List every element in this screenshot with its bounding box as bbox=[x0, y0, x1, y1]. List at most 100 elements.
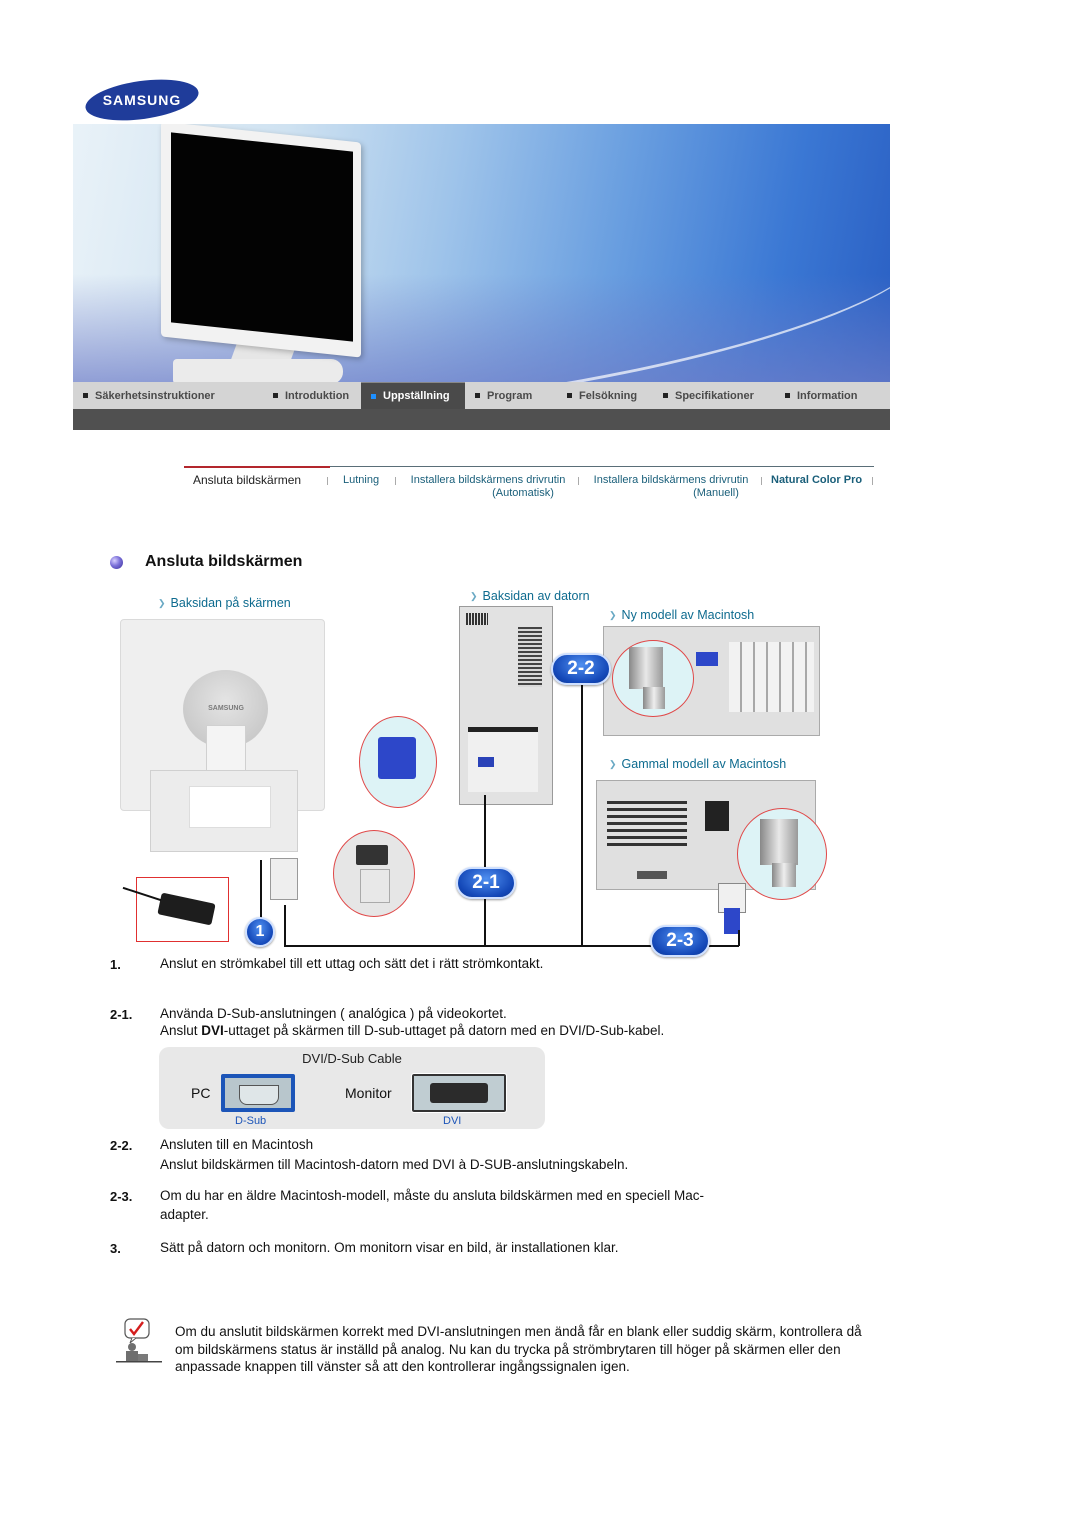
label-text: Gammal modell av Macintosh bbox=[621, 757, 787, 771]
tower-psu-grille bbox=[518, 627, 542, 687]
cable-mac-vertical bbox=[581, 680, 583, 946]
old-mac-dvi-port bbox=[637, 871, 667, 879]
section-title: Ansluta bildskärmen bbox=[145, 553, 303, 570]
vga-connector-callout bbox=[359, 716, 437, 808]
nav-bullet-icon bbox=[273, 393, 278, 398]
chevron-right-icon: ❯ bbox=[158, 598, 166, 608]
computer-tower-back bbox=[459, 606, 553, 805]
mac-vga-connector bbox=[696, 652, 718, 666]
mac-adapter-callout-new bbox=[612, 640, 694, 717]
adapter-icon bbox=[629, 647, 663, 689]
nav-item-introduktion[interactable]: Introduktion bbox=[263, 382, 361, 409]
chevron-right-icon: ❯ bbox=[470, 591, 478, 601]
adapter-icon bbox=[760, 819, 798, 865]
cable-monitor-label: Monitor bbox=[345, 1085, 392, 1101]
dsub-label: D-Sub bbox=[235, 1115, 267, 1127]
subnav-item-driver-manual[interactable]: Installera bildskärmens drivrutin (Manuel… bbox=[587, 474, 755, 500]
nav-label: Specifikationer bbox=[675, 389, 754, 402]
nav-label: Felsökning bbox=[579, 389, 638, 402]
step-text: Om du har en äldre Macintosh-modell, mås… bbox=[160, 1188, 705, 1203]
nav-bullet-icon bbox=[663, 393, 668, 398]
nav-bullet-icon bbox=[567, 393, 572, 398]
step-text-line2: Anslut DVI-uttaget på skärmen till D-sub… bbox=[160, 1022, 664, 1039]
nav-label: Säkerhetsinstruktioner bbox=[95, 389, 215, 402]
subnav-item-ansluta-bildskarmen[interactable]: Ansluta bildskärmen bbox=[193, 474, 301, 487]
cable-monitor-vertical bbox=[284, 905, 286, 947]
chevron-right-icon: ❯ bbox=[609, 759, 617, 769]
subnav-separator bbox=[872, 477, 873, 485]
step-badge-2-3: 2-3 bbox=[650, 925, 710, 957]
text-segment: Anslut bbox=[160, 1023, 202, 1038]
dvi-port-icon bbox=[356, 845, 388, 865]
monitor-stand-base bbox=[150, 770, 298, 852]
text-segment: -uttaget på skärmen till D-sub-uttaget p… bbox=[223, 1023, 665, 1038]
subnav-separator bbox=[395, 477, 396, 485]
cable-pc-label: PC bbox=[191, 1085, 211, 1101]
subnav-active-underline bbox=[184, 466, 330, 468]
label-text: Baksidan på skärmen bbox=[170, 596, 291, 610]
power-adapter bbox=[157, 892, 216, 926]
nav-label: Information bbox=[797, 389, 858, 402]
step-text: Sätt på datorn och monitorn. Om monitorn… bbox=[160, 1240, 619, 1255]
heading-bullet-icon bbox=[110, 556, 123, 569]
label-old-mac: ❯ Gammal modell av Macintosh bbox=[609, 757, 786, 771]
step-text: Ansluten till en Macintosh bbox=[160, 1137, 314, 1152]
step-text: adapter. bbox=[160, 1207, 209, 1222]
power-adapter-highlight bbox=[136, 877, 229, 942]
nav-item-felsokning[interactable]: Felsökning bbox=[557, 382, 653, 409]
subnav-item-natural-color-pro[interactable]: Natural Color Pro bbox=[771, 474, 862, 487]
cable-oldmac-vertical bbox=[738, 930, 740, 946]
checkmark-note-icon bbox=[116, 1318, 162, 1363]
label-text: Ny modell av Macintosh bbox=[621, 608, 755, 622]
nav-item-information[interactable]: Information bbox=[775, 382, 890, 409]
header-banner: Säkerhetsinstruktioner Introduktion Upps… bbox=[73, 124, 890, 430]
nav-item-uppstallning[interactable]: Uppställning bbox=[361, 382, 465, 409]
subnav-label: Lutning bbox=[343, 474, 380, 486]
subnav-label: Ansluta bildskärmen bbox=[193, 473, 302, 487]
adapter-plug-icon bbox=[772, 863, 796, 887]
step-badge-2-1: 2-1 bbox=[456, 867, 516, 899]
nav-label: Uppställning bbox=[383, 390, 450, 402]
step-number: 2-1. bbox=[110, 1007, 133, 1022]
step-text: Använda D-Sub-anslutningen ( analógica )… bbox=[160, 1006, 507, 1021]
label-text: Baksidan av datorn bbox=[482, 589, 590, 603]
label-computer-back: ❯ Baksidan av datorn bbox=[470, 589, 590, 603]
dvi-connector-callout bbox=[333, 830, 415, 917]
logo-text: SAMSUNG bbox=[103, 92, 182, 108]
nav-bottom-bar bbox=[73, 409, 890, 430]
note-text: Om du anslutit bildskärmen korrekt med D… bbox=[175, 1324, 862, 1374]
subnav-item-lutning[interactable]: Lutning bbox=[343, 474, 379, 487]
cable-figure: DVI/D-Sub Cable PC Monitor D-Sub DVI bbox=[159, 1047, 545, 1129]
step-text: Anslut en strömkabel till ett uttag och … bbox=[160, 956, 544, 971]
nav-item-specifikationer[interactable]: Specifikationer bbox=[653, 382, 775, 409]
main-nav: Säkerhetsinstruktioner Introduktion Upps… bbox=[73, 382, 890, 409]
subnav-separator bbox=[761, 477, 762, 485]
subnav-item-driver-automatic[interactable]: Installera bildskärmens drivrutin (Automa… bbox=[404, 474, 572, 500]
dvi-label: DVI bbox=[443, 1115, 462, 1127]
step-badge-2-2: 2-2 bbox=[551, 653, 611, 685]
dsub-pins bbox=[239, 1085, 279, 1105]
label-new-mac: ❯ Ny modell av Macintosh bbox=[609, 608, 754, 622]
banner-monitor-base bbox=[173, 359, 343, 384]
dvi-cable-plug bbox=[270, 858, 298, 900]
subnav-separator bbox=[578, 477, 579, 485]
nav-label: Introduktion bbox=[285, 389, 350, 402]
subnav-sublabel: (Automatisk) bbox=[492, 487, 554, 499]
nav-bullet-icon bbox=[371, 393, 376, 399]
samsung-logo[interactable]: SAMSUNG bbox=[84, 79, 200, 121]
nav-label: Program bbox=[487, 389, 533, 402]
nav-bullet-icon bbox=[785, 393, 790, 398]
mac-adapter-callout-old bbox=[737, 808, 827, 900]
dsub-connector-icon bbox=[221, 1074, 295, 1112]
subnav-label: Installera bildskärmens drivrutin bbox=[593, 474, 749, 486]
nav-item-program[interactable]: Program bbox=[465, 382, 557, 409]
nav-item-sakerhetsinstruktioner[interactable]: Säkerhetsinstruktioner bbox=[73, 382, 263, 409]
label-monitor-back: ❯ Baksidan på skärmen bbox=[158, 596, 291, 610]
step-text: Anslut bildskärmen till Macintosh-datorn… bbox=[160, 1157, 629, 1172]
tower-vents bbox=[466, 613, 488, 625]
adapter-plug-icon bbox=[643, 687, 665, 709]
step-number: 1. bbox=[110, 957, 121, 972]
chevron-right-icon: ❯ bbox=[609, 610, 617, 620]
old-mac-port bbox=[705, 801, 729, 831]
dvi-pins bbox=[430, 1083, 488, 1103]
